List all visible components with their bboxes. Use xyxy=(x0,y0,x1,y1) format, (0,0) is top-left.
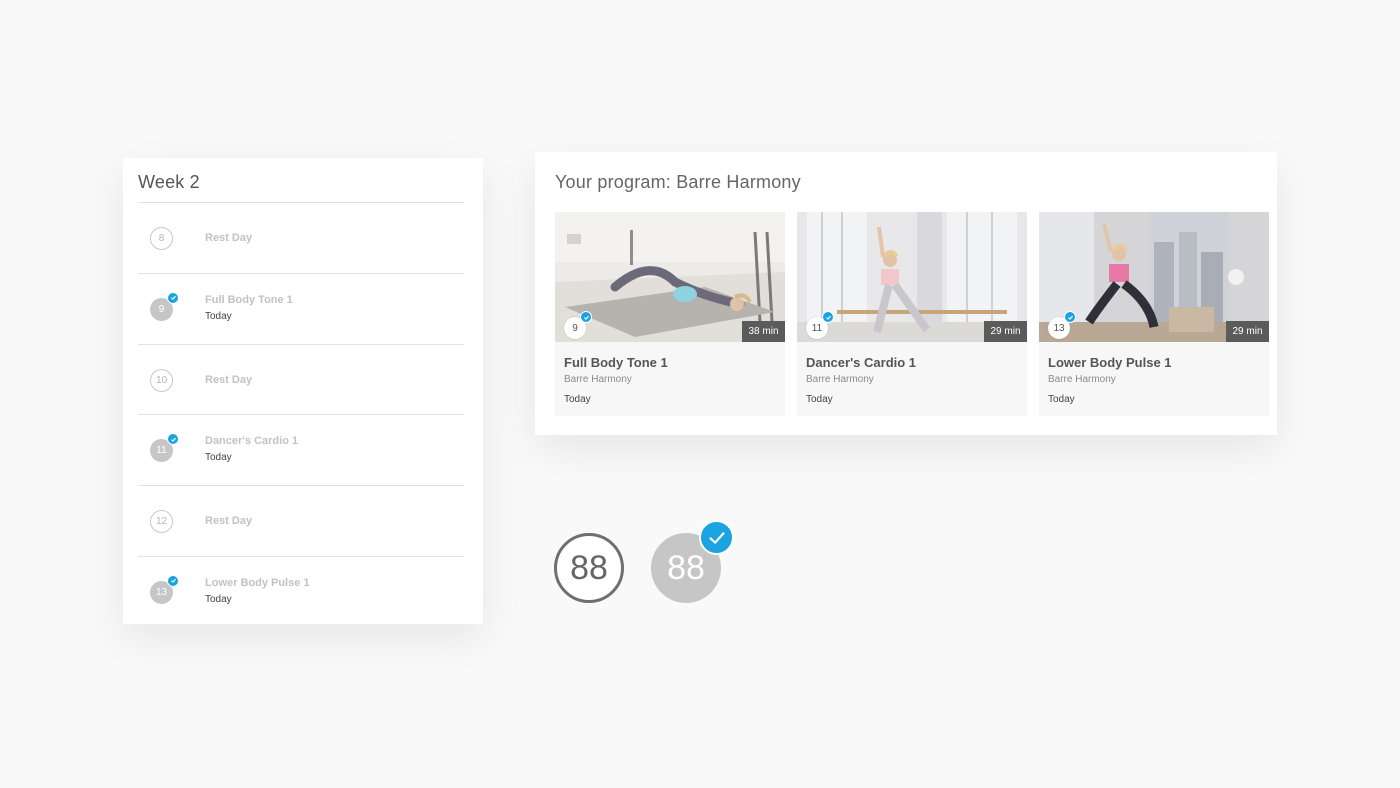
duration-badge: 29 min xyxy=(1226,321,1269,342)
check-icon xyxy=(167,574,179,587)
card-when: Today xyxy=(564,394,591,405)
day-row-12[interactable]: 12 Rest Day xyxy=(138,486,464,557)
card-when: Today xyxy=(806,394,833,405)
day-row-11[interactable]: 11 Dancer's Cardio 1 Today xyxy=(138,415,464,487)
day-row-8[interactable]: 8 Rest Day xyxy=(138,203,464,274)
day-number-circle: 8 xyxy=(150,227,173,250)
day-row-10[interactable]: 10 Rest Day xyxy=(138,345,464,416)
check-icon xyxy=(822,311,834,323)
workout-card-lower-body-pulse[interactable]: 13 29 min Lower Body Pulse 1 Barre Harmo… xyxy=(1039,212,1269,416)
day-number-circle: 13 xyxy=(150,574,179,604)
day-label: Rest Day xyxy=(205,515,253,528)
check-icon xyxy=(167,291,179,304)
check-icon xyxy=(580,311,592,323)
day-number-circle: 12 xyxy=(150,510,173,534)
day-label: Dancer's Cardio 1 xyxy=(205,435,299,448)
day-row-13[interactable]: 13 Lower Body Pulse 1 Today xyxy=(138,557,464,628)
check-icon xyxy=(699,520,734,555)
duration-badge: 38 min xyxy=(742,321,785,342)
day-sub: Today xyxy=(205,452,232,464)
workout-number-badge: 13 xyxy=(1048,311,1076,339)
workout-thumbnail[interactable]: 11 29 min xyxy=(797,212,1027,342)
workout-card-full-body-tone[interactable]: 9 38 min Full Body Tone 1 Barre Harmony … xyxy=(555,212,785,416)
day-label: Lower Body Pulse 1 xyxy=(205,576,310,589)
program-title: Your program: Barre Harmony xyxy=(555,172,801,192)
day-number-circle: 11 xyxy=(150,433,179,463)
check-icon xyxy=(1064,311,1076,323)
day-row-9[interactable]: 9 Full Body Tone 1 Today xyxy=(138,274,464,345)
workout-thumbnail[interactable]: 13 29 min xyxy=(1039,212,1269,342)
card-title[interactable]: Dancer's Cardio 1 xyxy=(806,355,916,370)
week-panel: Week 2 8 Rest Day 9 Full Body Tone 1 Tod… xyxy=(123,158,483,624)
day-sub: Today xyxy=(205,310,232,322)
week-title: Week 2 xyxy=(138,172,200,192)
workout-number-badge: 11 xyxy=(806,311,834,339)
day-list: 8 Rest Day 9 Full Body Tone 1 Today 10 R… xyxy=(138,203,464,628)
workout-number-badge: 9 xyxy=(564,311,592,339)
day-label: Full Body Tone 1 xyxy=(205,293,293,306)
card-series: Barre Harmony xyxy=(806,374,874,385)
workout-card-dancers-cardio[interactable]: 11 29 min Dancer's Cardio 1 Barre Harmon… xyxy=(797,212,1027,416)
card-when: Today xyxy=(1048,394,1075,405)
day-badge-outline: 88 xyxy=(554,533,624,603)
card-title[interactable]: Full Body Tone 1 xyxy=(564,355,668,370)
day-label: Rest Day xyxy=(205,232,253,244)
card-series: Barre Harmony xyxy=(1048,374,1116,385)
card-title[interactable]: Lower Body Pulse 1 xyxy=(1048,355,1172,370)
card-series: Barre Harmony xyxy=(564,374,632,385)
duration-badge: 29 min xyxy=(984,321,1027,342)
day-label: Rest Day xyxy=(205,373,253,386)
day-number-circle: 9 xyxy=(150,291,179,321)
workout-thumbnail[interactable]: 9 38 min xyxy=(555,212,785,342)
day-number-circle: 10 xyxy=(150,368,173,392)
check-icon xyxy=(167,433,179,446)
program-panel: Your program: Barre Harmony 9 38 min Ful… xyxy=(535,152,1277,435)
day-sub: Today xyxy=(205,593,232,605)
